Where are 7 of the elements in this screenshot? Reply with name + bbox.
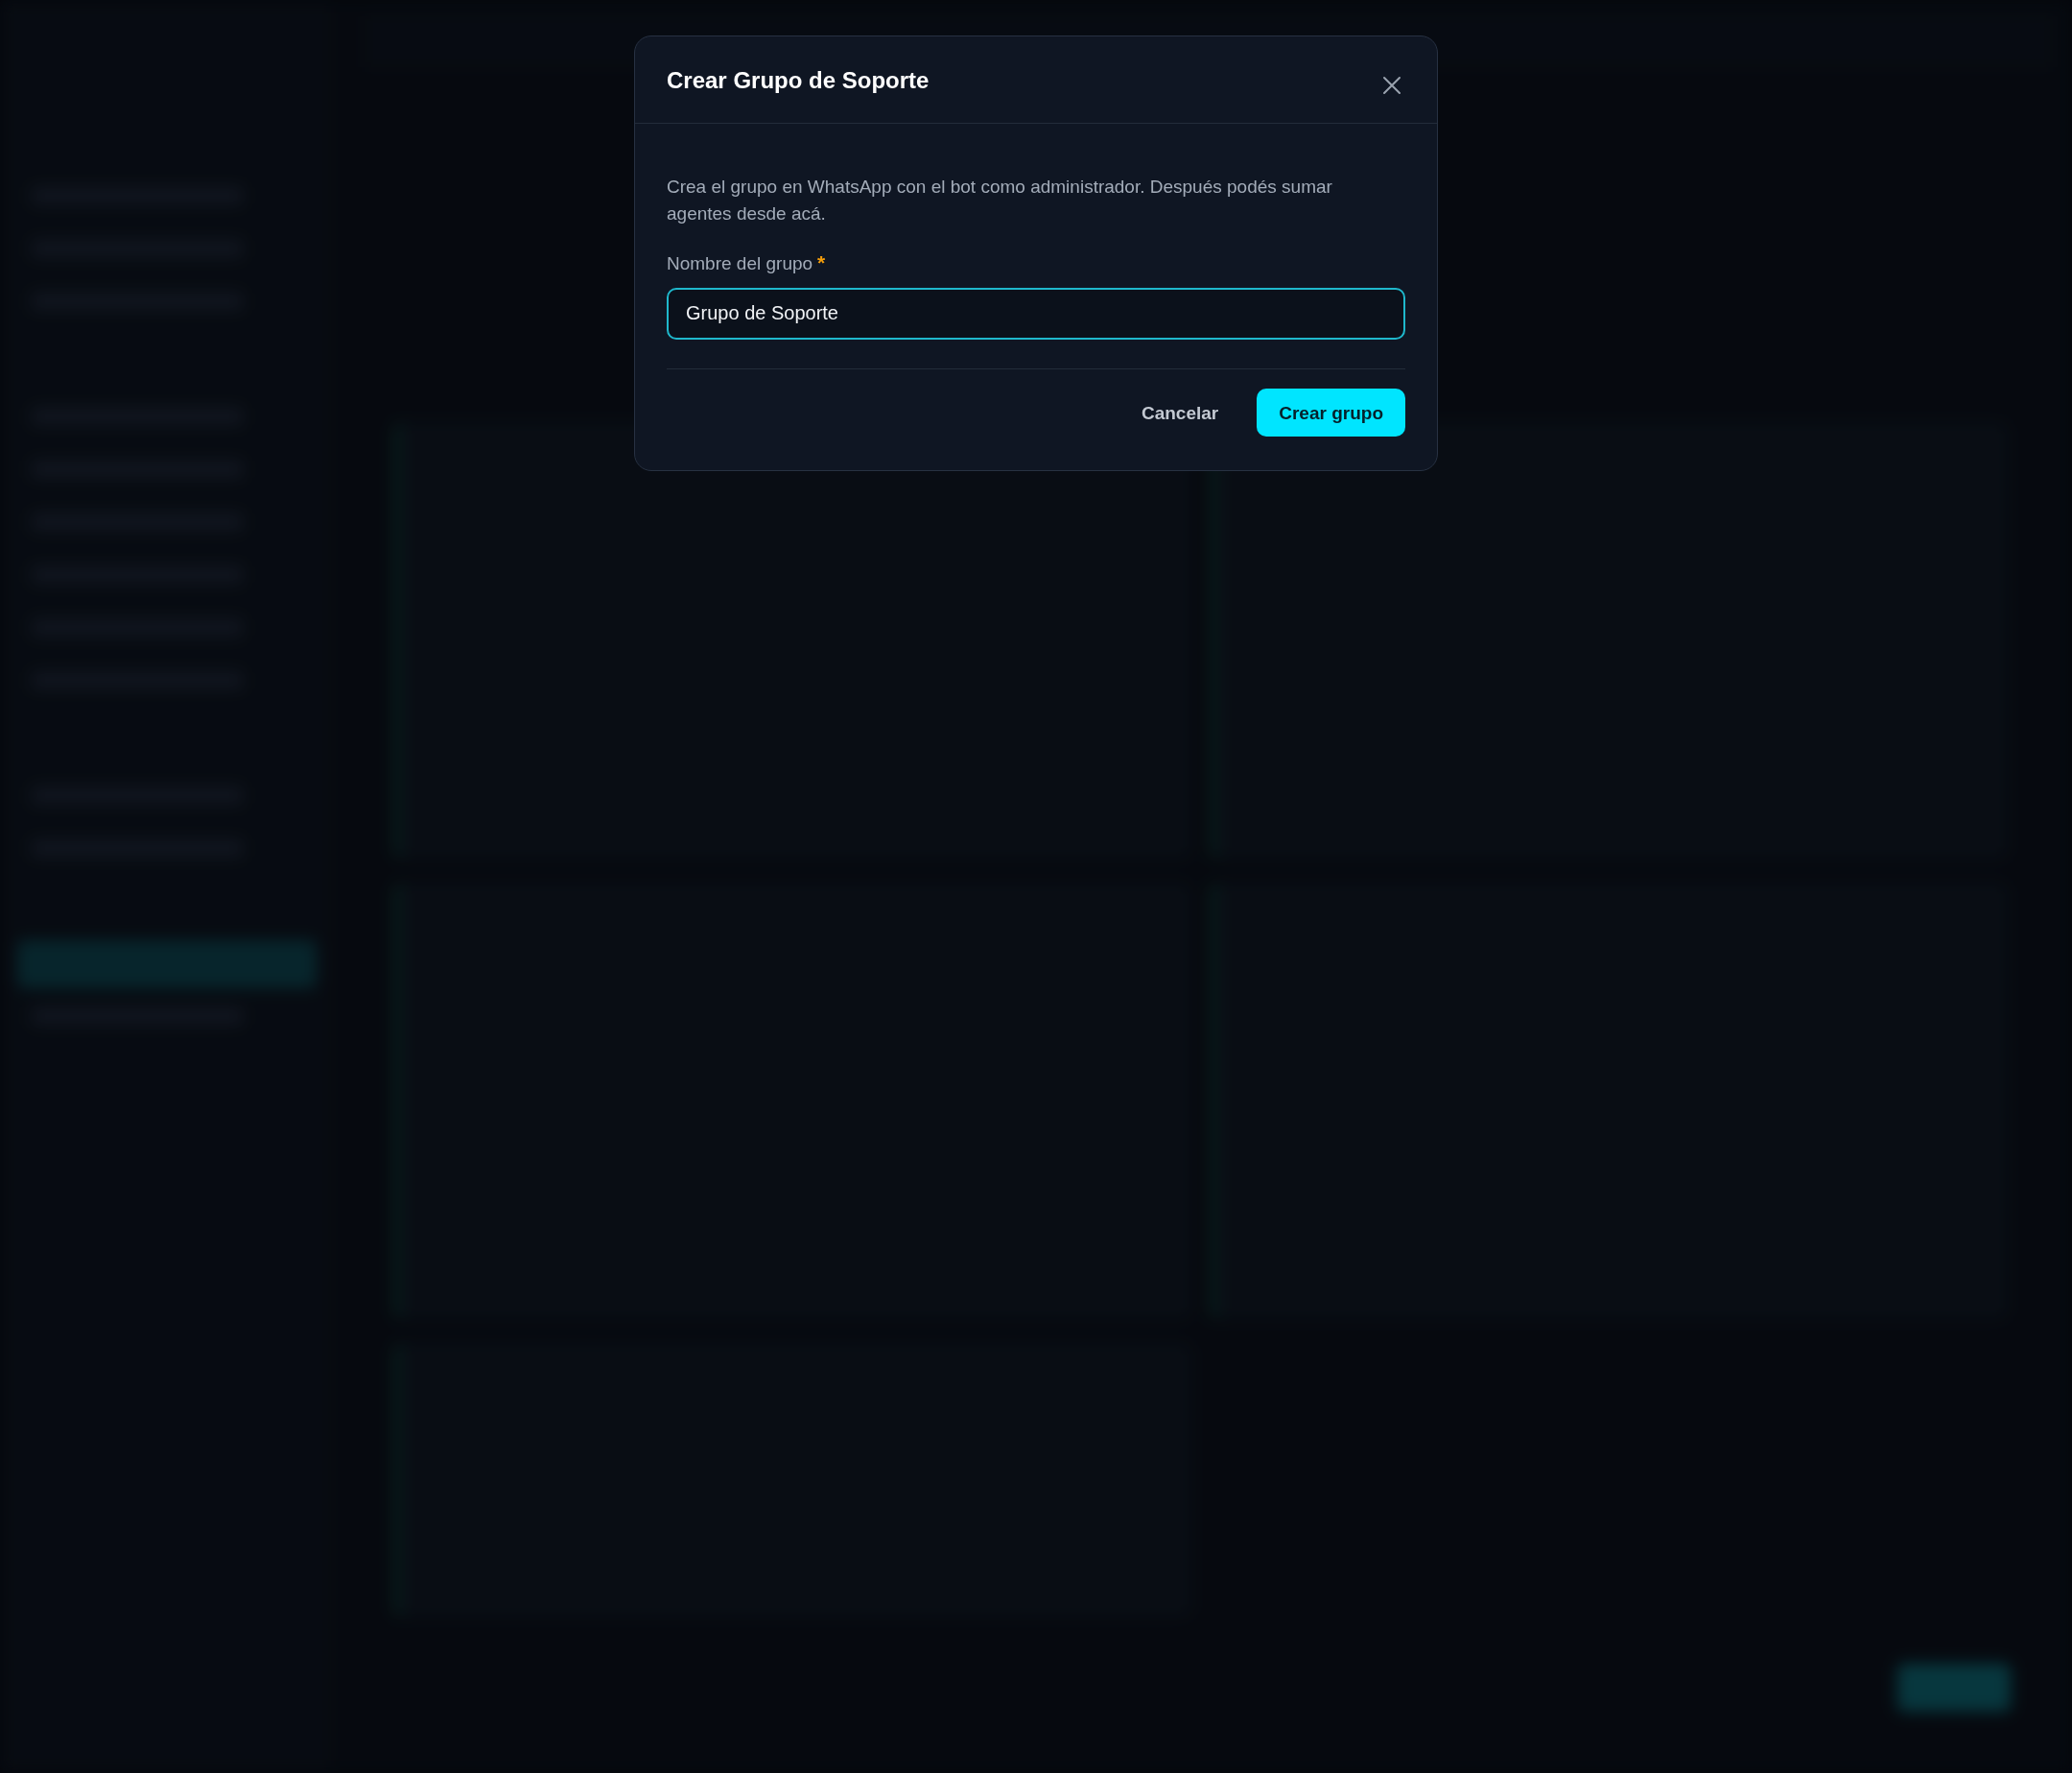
cancel-button[interactable]: Cancelar [1123,388,1236,439]
field-label: Nombre del grupo [667,252,813,276]
dialog-title: Crear Grupo de Soporte [667,66,930,95]
create-button[interactable]: Crear grupo [1257,388,1405,437]
dialog-description: Crea el grupo en WhatsApp con el bot como administrador. Después podés sumar agentes desde acá. [667,176,1333,225]
required-asterisk: * [817,251,826,274]
group-name-field[interactable]: Grupo de Soporte [667,287,1405,340]
